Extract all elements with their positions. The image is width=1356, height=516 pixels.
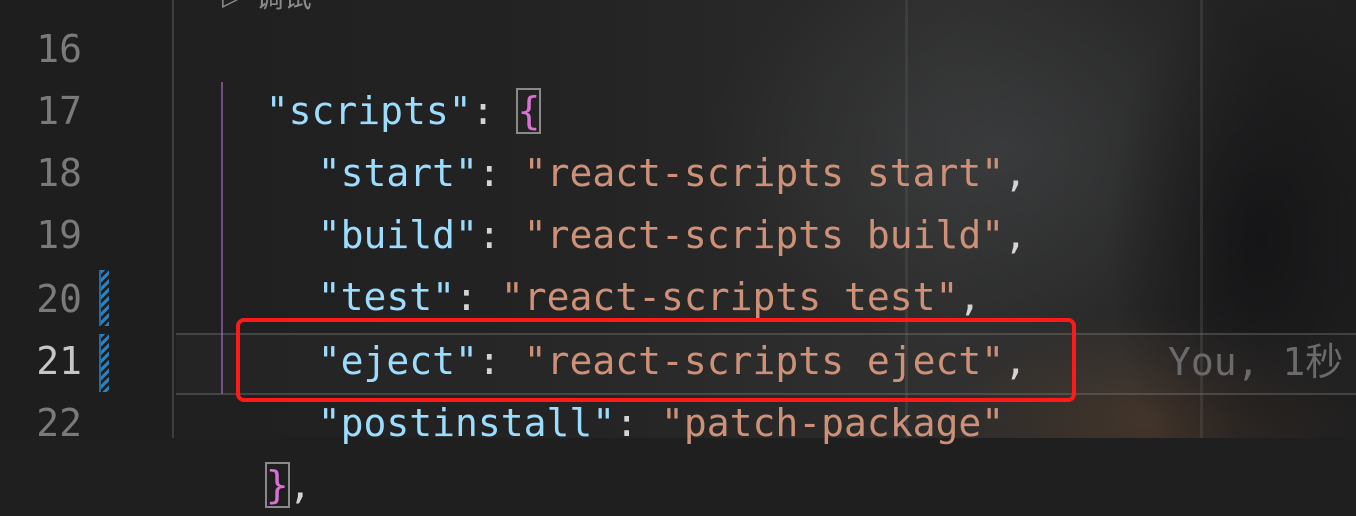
json-separator: : — [615, 401, 661, 445]
line-number: 16 — [36, 27, 82, 71]
line-number-gutter: 16 17 18 19 20 21 22 — [0, 0, 170, 445]
line-number-active: 21 — [36, 339, 82, 383]
codelens-debug-label[interactable]: ▷ 调试 — [222, 0, 312, 18]
line-number: 18 — [36, 151, 82, 195]
code-line[interactable]: "start": "react-scripts start", — [272, 80, 1027, 195]
json-key: "postinstall" — [317, 401, 616, 445]
json-value: "patch-package" — [660, 401, 1005, 445]
git-blame-annotation[interactable]: You, 1秒 — [1168, 331, 1343, 393]
git-modified-marker[interactable] — [99, 270, 109, 326]
line-number: 17 — [36, 89, 82, 133]
close-brace: } — [264, 462, 290, 508]
red-highlight-annotation — [236, 318, 1076, 402]
json-comma: , — [288, 463, 312, 507]
json-comma: , — [1004, 213, 1028, 257]
git-modified-marker[interactable] — [99, 334, 109, 392]
line-number: 22 — [36, 401, 82, 445]
indent-guide — [172, 0, 174, 438]
line-number: 19 — [36, 213, 82, 257]
code-line[interactable]: "scripts": { — [220, 18, 542, 134]
code-line[interactable]: "test": "react-scripts test", — [272, 204, 982, 319]
code-line[interactable]: "build": "react-scripts build", — [272, 142, 1027, 257]
line-number: 20 — [36, 277, 82, 321]
